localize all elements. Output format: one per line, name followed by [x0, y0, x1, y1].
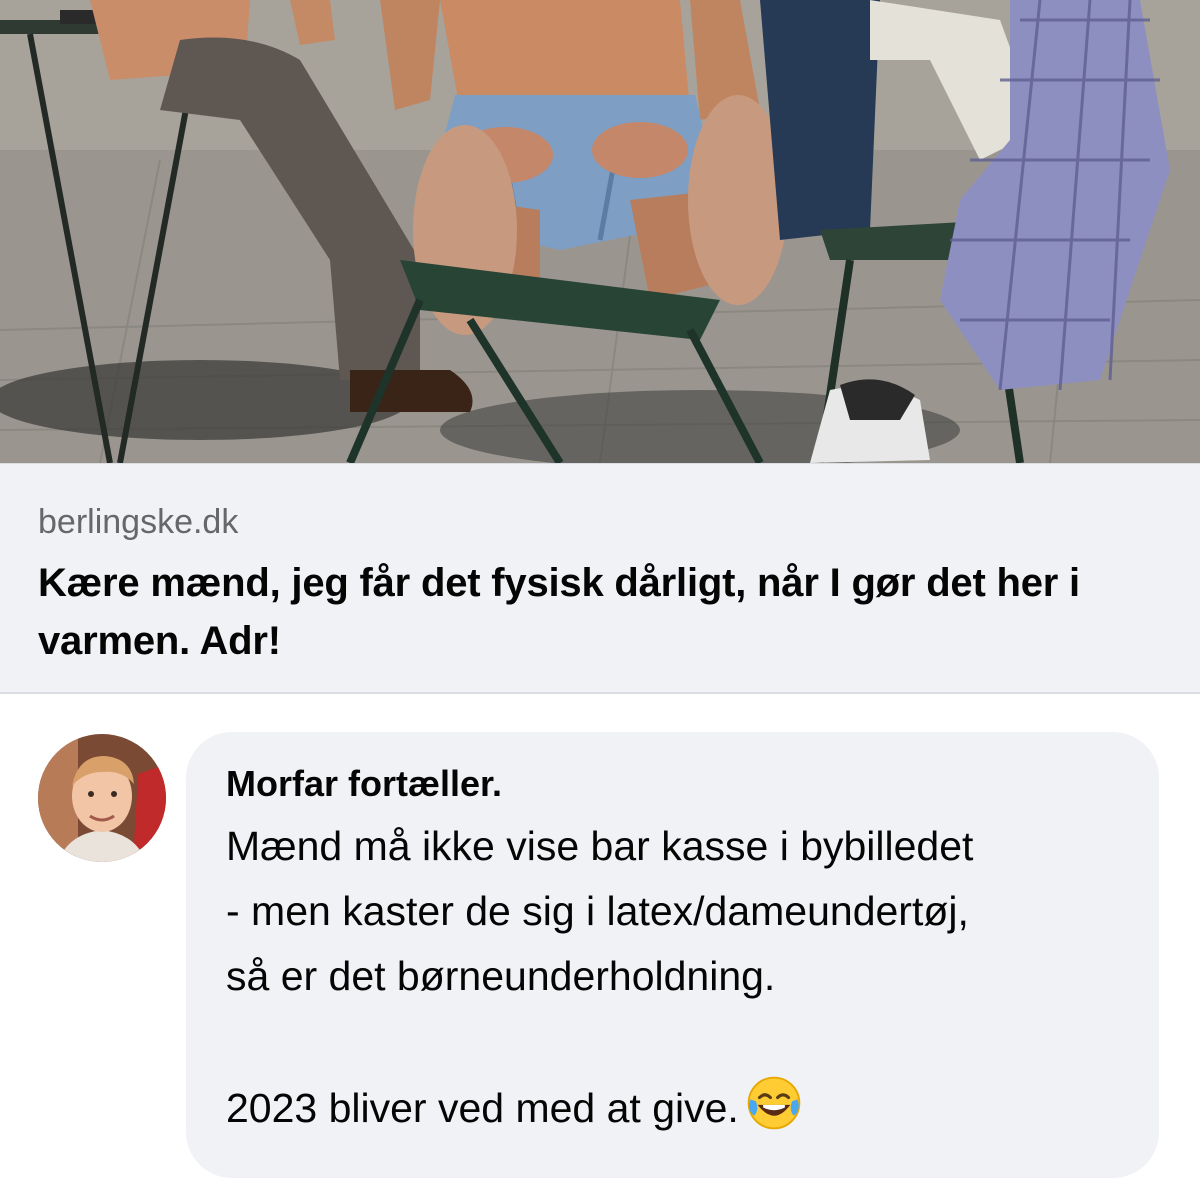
- comment-bubble: Morfar fortæller. Mænd må ikke vise bar …: [186, 732, 1159, 1178]
- face-with-tears-of-joy-icon: [745, 1074, 803, 1151]
- preview-photo-illustration: [0, 0, 1200, 463]
- comment-text-line: 2023 bliver ved med at give.: [226, 1085, 739, 1131]
- comment: Morfar fortæller. Mænd må ikke vise bar …: [0, 694, 1200, 1200]
- post-screenshot: berlingske.dk Kære mænd, jeg får det fys…: [0, 0, 1200, 1200]
- avatar-photo: [38, 734, 166, 862]
- link-preview-card[interactable]: berlingske.dk Kære mænd, jeg får det fys…: [0, 0, 1200, 694]
- article-preview-image[interactable]: [0, 0, 1200, 463]
- comment-text-line: Mænd må ikke vise bar kasse i bybilledet: [226, 823, 974, 869]
- link-meta: berlingske.dk Kære mænd, jeg får det fys…: [0, 463, 1200, 692]
- link-domain: berlingske.dk: [38, 503, 239, 541]
- link-title[interactable]: Kære mænd, jeg får det fysisk dårligt, n…: [38, 554, 1162, 670]
- comment-author[interactable]: Morfar fortæller.: [226, 764, 502, 804]
- comment-text-last-line: 2023 bliver ved med at give.: [226, 1074, 1119, 1151]
- comment-text-line: - men kaster de sig i latex/dameundertøj…: [226, 888, 969, 934]
- comment-text-line: så er det børneunderholdning.: [226, 953, 776, 999]
- comment-line-break: [226, 1009, 1119, 1074]
- avatar[interactable]: [38, 734, 166, 862]
